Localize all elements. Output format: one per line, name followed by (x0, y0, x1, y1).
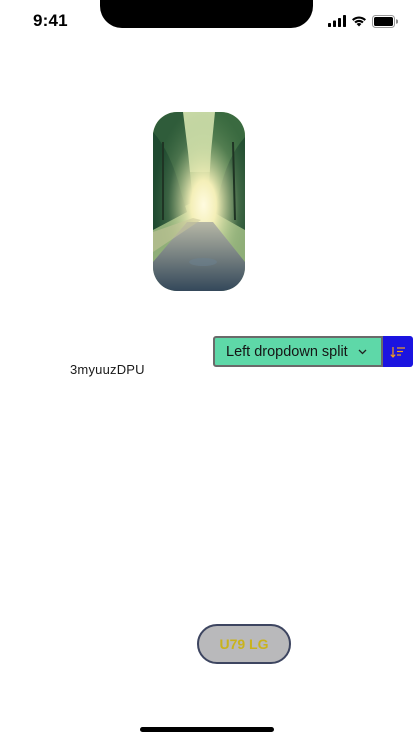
battery-icon (372, 14, 398, 28)
landscape-photo (153, 112, 245, 291)
left-dropdown-split: Left dropdown split (213, 336, 413, 367)
wifi-icon (352, 16, 366, 27)
phone-screen: 9:41 Left dropdown split 3myuuzDPU U79 L… (0, 0, 414, 736)
cellular-signal-icon (328, 15, 346, 27)
pill-action-button[interactable]: U79 LG (197, 624, 291, 664)
road-landscape-image (153, 112, 245, 291)
caption-label: 3myuuzDPU (70, 362, 145, 377)
sort-descending-icon (390, 346, 405, 358)
dropdown-label: Left dropdown split (226, 343, 348, 360)
home-indicator[interactable] (140, 727, 274, 732)
chevron-down-icon (358, 349, 367, 355)
sort-dropdown-button[interactable] (383, 336, 413, 367)
device-notch (100, 0, 313, 28)
status-icons (328, 14, 398, 28)
dropdown-main-button[interactable]: Left dropdown split (213, 336, 383, 367)
status-time: 9:41 (33, 11, 68, 30)
pill-button-label: U79 LG (219, 636, 269, 652)
